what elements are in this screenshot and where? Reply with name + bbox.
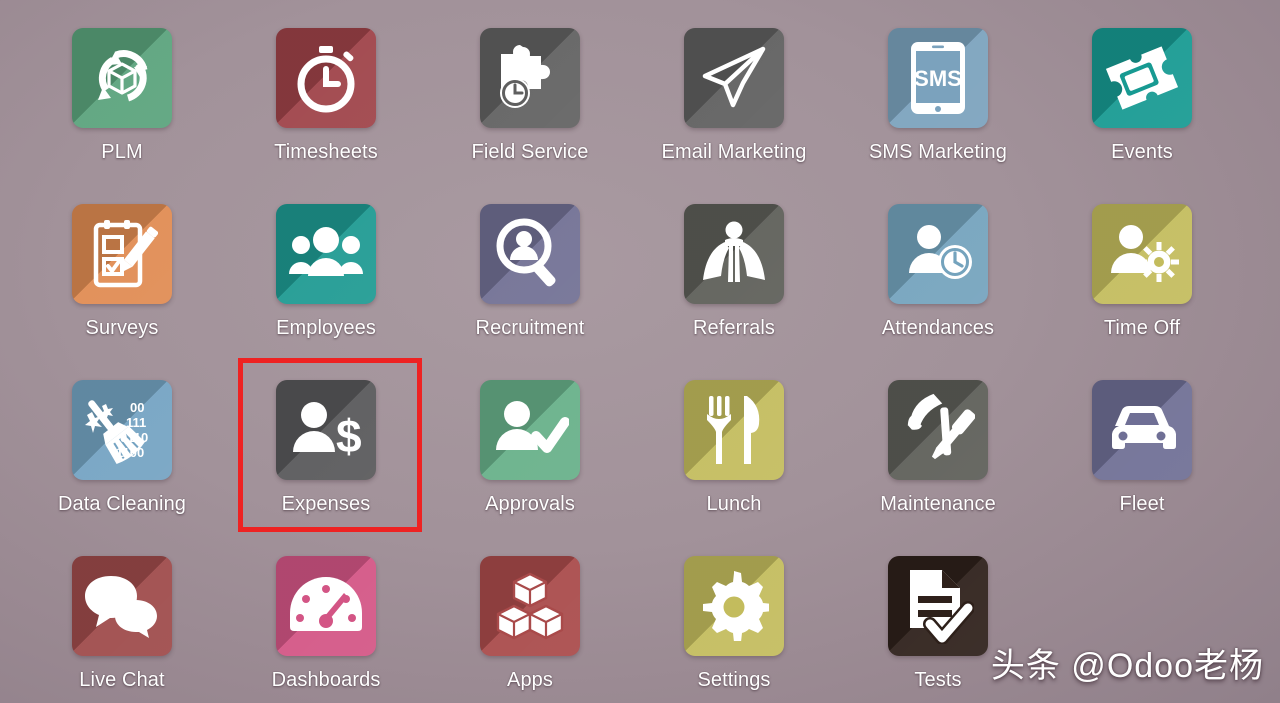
app-label: Referrals bbox=[692, 317, 776, 339]
app-label: Live Chat bbox=[79, 669, 165, 691]
app-label: Employees bbox=[276, 317, 376, 339]
app-label: Fleet bbox=[1119, 493, 1165, 515]
app-label: Timesheets bbox=[274, 141, 378, 163]
recycle-cube-icon[interactable] bbox=[72, 28, 172, 128]
person-sun-icon[interactable] bbox=[1092, 204, 1192, 304]
blocks-icon[interactable] bbox=[480, 556, 580, 656]
app-tile-field-service[interactable]: Field Service bbox=[428, 0, 632, 176]
app-label: Apps bbox=[507, 669, 553, 691]
app-tile-live-chat[interactable]: Live Chat bbox=[20, 528, 224, 703]
app-tile-data-cleaning[interactable]: 00 111 0110 1100 Data Cleaning bbox=[20, 352, 224, 528]
app-tile-sms-marketing[interactable]: SMS SMS Marketing bbox=[836, 0, 1040, 176]
app-tile-maintenance[interactable]: Maintenance bbox=[836, 352, 1040, 528]
app-label: SMS Marketing bbox=[868, 141, 1007, 163]
app-tile-events[interactable]: Events bbox=[1040, 0, 1244, 176]
app-tile-lunch[interactable]: Lunch bbox=[632, 352, 836, 528]
person-check-icon[interactable] bbox=[480, 380, 580, 480]
app-label: Expenses bbox=[281, 493, 371, 515]
app-label: Recruitment bbox=[475, 317, 585, 339]
app-tile-referrals[interactable]: Referrals bbox=[632, 176, 836, 352]
paper-plane-icon[interactable] bbox=[684, 28, 784, 128]
app-label: Dashboards bbox=[271, 669, 381, 691]
app-tile-timesheets[interactable]: Timesheets bbox=[224, 0, 428, 176]
app-label: Attendances bbox=[881, 317, 995, 339]
puzzle-clock-icon[interactable] bbox=[480, 28, 580, 128]
svg-text:111: 111 bbox=[126, 415, 146, 430]
svg-text:0110: 0110 bbox=[120, 430, 148, 445]
app-label: Events bbox=[1111, 141, 1173, 163]
app-tile-employees[interactable]: Employees bbox=[224, 176, 428, 352]
gear-icon[interactable] bbox=[684, 556, 784, 656]
app-tile-dashboards[interactable]: Dashboards bbox=[224, 528, 428, 703]
app-tile-settings[interactable]: Settings bbox=[632, 528, 836, 703]
app-tile-fleet[interactable]: Fleet bbox=[1040, 352, 1244, 528]
app-label: PLM bbox=[101, 141, 143, 163]
app-tile-email-marketing[interactable]: Email Marketing bbox=[632, 0, 836, 176]
app-label: Maintenance bbox=[880, 493, 996, 515]
car-icon[interactable] bbox=[1092, 380, 1192, 480]
app-tile-expenses[interactable]: $ Expenses bbox=[224, 352, 428, 528]
app-label: Tests bbox=[914, 669, 962, 691]
apps-grid: PLM Timesheets Field Service Email Marke… bbox=[0, 0, 1280, 703]
fork-knife-icon[interactable] bbox=[684, 380, 784, 480]
app-tile-time-off[interactable]: Time Off bbox=[1040, 176, 1244, 352]
app-tile-attendances[interactable]: Attendances bbox=[836, 176, 1040, 352]
document-check-icon[interactable] bbox=[888, 556, 988, 656]
gauge-icon[interactable] bbox=[276, 556, 376, 656]
broom-binary-icon[interactable]: 00 111 0110 1100 bbox=[72, 380, 172, 480]
app-label: Field Service bbox=[471, 141, 589, 163]
app-label: Approvals bbox=[485, 493, 575, 515]
svg-text:SMS: SMS bbox=[914, 66, 962, 91]
app-label: Surveys bbox=[85, 317, 159, 339]
person-dollar-icon[interactable]: $ bbox=[276, 380, 376, 480]
speech-bubbles-icon[interactable] bbox=[72, 556, 172, 656]
app-label: Time Off bbox=[1103, 317, 1181, 339]
hammer-screwdriver-icon[interactable] bbox=[888, 380, 988, 480]
app-label: Settings bbox=[697, 669, 771, 691]
person-clock-icon[interactable] bbox=[888, 204, 988, 304]
app-tile-apps[interactable]: Apps bbox=[428, 528, 632, 703]
app-label: Lunch bbox=[706, 493, 762, 515]
ticket-icon[interactable] bbox=[1092, 28, 1192, 128]
app-tile-recruitment[interactable]: Recruitment bbox=[428, 176, 632, 352]
app-label: Data Cleaning bbox=[57, 493, 187, 515]
magnifier-person-icon[interactable] bbox=[480, 204, 580, 304]
app-tile-approvals[interactable]: Approvals bbox=[428, 352, 632, 528]
phone-sms-icon[interactable]: SMS bbox=[888, 28, 988, 128]
app-tile-surveys[interactable]: Surveys bbox=[20, 176, 224, 352]
app-label: Email Marketing bbox=[661, 141, 807, 163]
clipboard-pencil-icon[interactable] bbox=[72, 204, 172, 304]
superhero-icon[interactable] bbox=[684, 204, 784, 304]
people-group-icon[interactable] bbox=[276, 204, 376, 304]
app-tile-plm[interactable]: PLM bbox=[20, 0, 224, 176]
watermark-text: 头条 @Odoo老杨 bbox=[990, 647, 1264, 685]
svg-text:00: 00 bbox=[130, 400, 144, 415]
svg-text:1100: 1100 bbox=[116, 445, 144, 460]
svg-text:$: $ bbox=[336, 410, 362, 462]
stopwatch-icon[interactable] bbox=[276, 28, 376, 128]
